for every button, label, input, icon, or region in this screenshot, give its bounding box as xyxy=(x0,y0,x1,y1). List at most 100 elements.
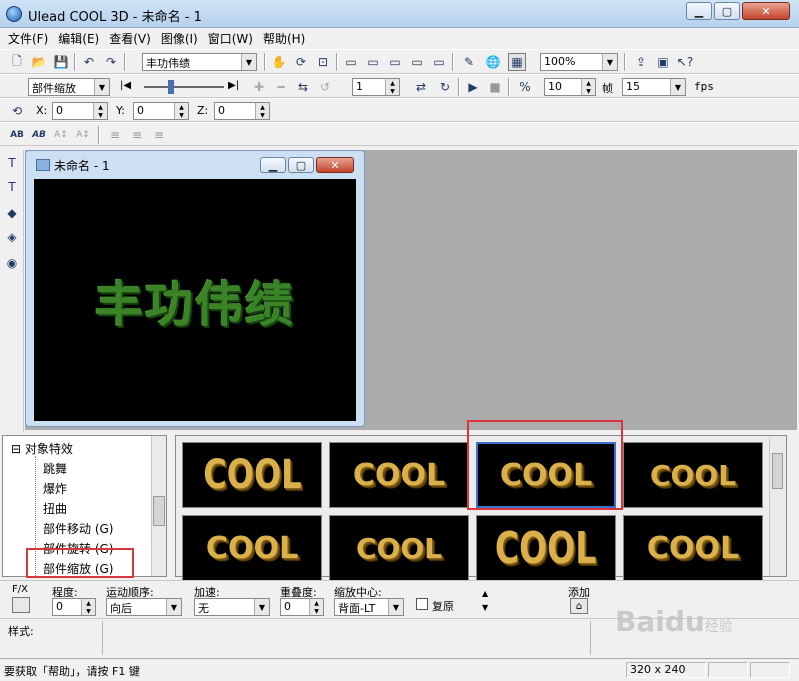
slider-thumb[interactable] xyxy=(168,80,174,94)
current-frame-spinner[interactable]: 1 ▲ ▼ xyxy=(352,78,400,96)
export-icon[interactable]: ⇪ xyxy=(632,53,650,71)
redo-icon[interactable]: ↷ xyxy=(102,53,120,71)
position-icon[interactable]: ⟲ xyxy=(8,102,26,120)
y-spinner[interactable]: 0 ▲ ▼ xyxy=(133,102,189,120)
spin-down-icon[interactable]: ▼ xyxy=(255,111,269,119)
menu-image[interactable]: 图像(I) xyxy=(157,28,204,48)
minimize-button[interactable]: ▁ xyxy=(686,2,712,20)
undo-keyframe-icon[interactable]: ↺ xyxy=(316,78,334,96)
fps-select[interactable]: 15 ▼ xyxy=(622,78,686,96)
prop-scroll-down-icon[interactable]: ▼ xyxy=(482,603,488,612)
spin-up-icon[interactable]: ▲ xyxy=(255,103,269,111)
menu-edit[interactable]: 编辑(E) xyxy=(54,28,105,48)
doc-close-button[interactable]: ✕ xyxy=(316,157,354,173)
frame-count-spinner[interactable]: 10 ▲ ▼ xyxy=(544,78,596,96)
smooth-icon[interactable]: % xyxy=(516,78,534,96)
undo-icon[interactable]: ↶ xyxy=(80,53,98,71)
new-file-icon[interactable]: 🗋 xyxy=(8,53,26,71)
spin-down-icon[interactable]: ▼ xyxy=(81,607,95,615)
char-spacing-icon[interactable]: A↕ xyxy=(52,126,70,144)
menu-file[interactable]: 文件(F) xyxy=(4,28,54,48)
order-select[interactable]: 向后 ▼ xyxy=(106,598,182,616)
spin-up-icon[interactable]: ▲ xyxy=(93,103,107,111)
spin-down-icon[interactable]: ▼ xyxy=(93,111,107,119)
menu-view[interactable]: 查看(V) xyxy=(105,28,157,48)
context-help-icon[interactable]: ↖? xyxy=(676,53,694,71)
text-object-select[interactable]: 丰功伟绩 ▼ xyxy=(142,53,257,71)
zoom-select[interactable]: 100% ▼ xyxy=(540,53,618,71)
view-back-icon[interactable]: ▭ xyxy=(408,53,426,71)
tree-item-part-move[interactable]: 部件移动 (G) xyxy=(43,520,113,537)
view-side-icon[interactable]: ▭ xyxy=(386,53,404,71)
tree-root-object-effects[interactable]: ⊟ 对象特效 xyxy=(11,440,73,457)
add-effect-icon[interactable]: ⌂ xyxy=(570,598,588,614)
spin-up-icon[interactable]: ▲ xyxy=(309,599,323,607)
bold-text-icon[interactable]: AB xyxy=(8,126,26,144)
web-globe-icon[interactable]: 🌐 xyxy=(484,53,502,71)
menu-window[interactable]: 窗口(W) xyxy=(204,28,259,48)
save-icon[interactable]: 💾 xyxy=(52,53,70,71)
size-tool-icon[interactable]: ⊡ xyxy=(314,53,332,71)
align-left-icon[interactable]: ≡ xyxy=(106,126,124,144)
menu-help[interactable]: 帮助(H) xyxy=(259,28,311,48)
spin-down-icon[interactable]: ▼ xyxy=(309,607,323,615)
spin-up-icon[interactable]: ▲ xyxy=(174,103,188,111)
rotate-tool-icon[interactable]: ⟳ xyxy=(292,53,310,71)
chart-icon[interactable]: ▦ xyxy=(508,53,526,71)
timeline-slider[interactable]: |◀ ▶| xyxy=(120,78,240,96)
gallery-thumb-2[interactable]: COOL xyxy=(329,442,469,508)
studio-icon[interactable]: ▣ xyxy=(654,53,672,71)
spin-up-icon[interactable]: ▲ xyxy=(81,599,95,607)
spin-down-icon[interactable]: ▼ xyxy=(174,111,188,119)
insert-text-icon[interactable]: T xyxy=(3,154,21,172)
fx-toggle-icon[interactable] xyxy=(12,597,30,613)
close-button[interactable]: ✕ xyxy=(742,2,790,20)
spin-up-icon[interactable]: ▲ xyxy=(581,79,595,87)
effect-select[interactable]: 部件缩放 ▼ xyxy=(28,78,110,96)
align-center-icon[interactable]: ≡ xyxy=(128,126,146,144)
gallery-scrollbar[interactable] xyxy=(769,437,785,576)
gallery-thumb-8[interactable]: COOL xyxy=(623,515,763,581)
z-spinner[interactable]: 0 ▲ ▼ xyxy=(214,102,270,120)
last-frame-icon[interactable]: ▶| xyxy=(228,80,239,91)
spin-up-icon[interactable]: ▲ xyxy=(385,79,399,87)
gallery-scroll-thumb[interactable] xyxy=(772,453,783,489)
first-frame-icon[interactable]: |◀ xyxy=(120,80,131,91)
preview-canvas[interactable]: 丰功伟绩 xyxy=(34,179,356,421)
gallery-thumb-1[interactable]: COOL xyxy=(182,442,322,508)
loop-icon[interactable]: ⇄ xyxy=(412,78,430,96)
gallery-thumb-7[interactable]: COOL xyxy=(476,515,616,581)
italic-text-icon[interactable]: AB xyxy=(30,126,48,144)
center-select[interactable]: 背面-LT ▼ xyxy=(334,598,404,616)
degree-spinner[interactable]: 0 ▲ ▼ xyxy=(52,598,96,616)
reverse-icon[interactable]: ⇆ xyxy=(294,78,312,96)
doc-minimize-button[interactable]: ▁ xyxy=(260,157,286,173)
x-spinner[interactable]: 0 ▲ ▼ xyxy=(52,102,108,120)
object-manager-icon[interactable]: ◉ xyxy=(3,254,21,272)
insert-graphics-icon[interactable]: ◈ xyxy=(3,228,21,246)
tree-scroll-thumb[interactable] xyxy=(153,496,165,526)
tree-item-explode[interactable]: 爆炸 xyxy=(43,480,67,497)
light-icon[interactable]: ✎ xyxy=(460,53,478,71)
tree-scrollbar[interactable] xyxy=(151,436,166,576)
spin-down-icon[interactable]: ▼ xyxy=(385,87,399,95)
accel-select[interactable]: 无 ▼ xyxy=(194,598,270,616)
gallery-thumb-6[interactable]: COOL xyxy=(329,515,469,581)
add-keyframe-icon[interactable]: ✚ xyxy=(250,78,268,96)
hand-tool-icon[interactable]: ✋ xyxy=(270,53,288,71)
view-top-icon[interactable]: ▭ xyxy=(364,53,382,71)
gallery-thumb-4[interactable]: COOL xyxy=(623,442,763,508)
overlap-spinner[interactable]: 0 ▲ ▼ xyxy=(280,598,324,616)
insert-geometry-icon[interactable]: ◆ xyxy=(3,204,21,222)
open-folder-icon[interactable]: 📂 xyxy=(30,53,48,71)
maximize-button[interactable]: ▢ xyxy=(714,2,740,20)
view-front-icon[interactable]: ▭ xyxy=(342,53,360,71)
gallery-thumb-5[interactable]: COOL xyxy=(182,515,322,581)
app-icon[interactable] xyxy=(6,6,22,22)
play-icon[interactable]: ▶ xyxy=(464,78,482,96)
remove-keyframe-icon[interactable]: ━ xyxy=(272,78,290,96)
doc-maximize-button[interactable]: ▢ xyxy=(288,157,314,173)
tree-item-dance[interactable]: 跳舞 xyxy=(43,460,67,477)
align-right-icon[interactable]: ≡ xyxy=(150,126,168,144)
pingpong-icon[interactable]: ↻ xyxy=(436,78,454,96)
